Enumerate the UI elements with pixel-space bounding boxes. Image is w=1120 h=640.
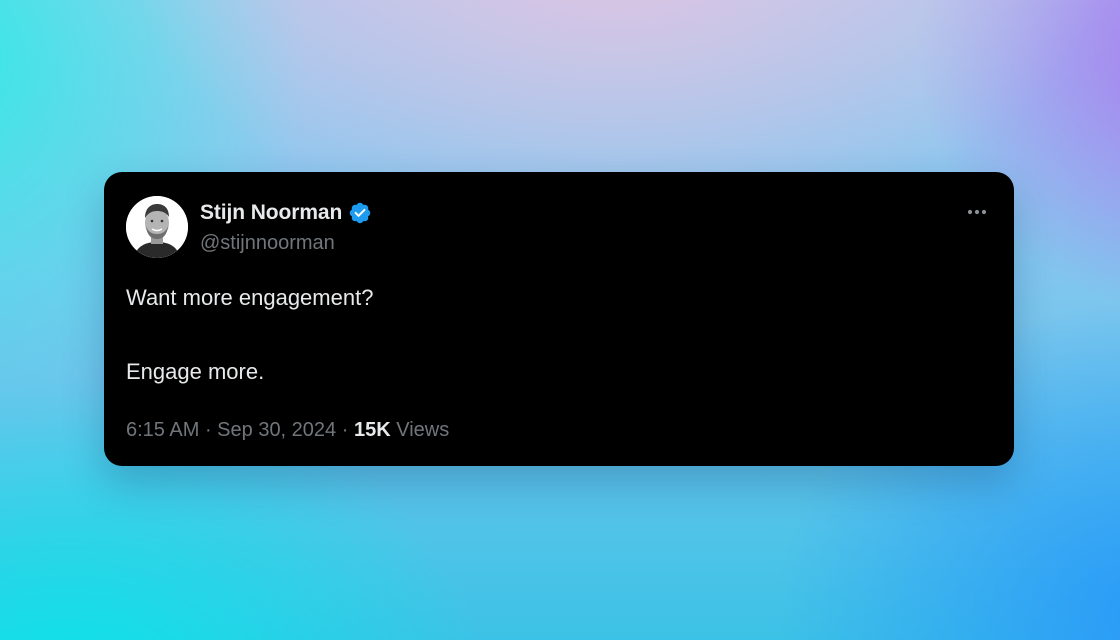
display-name[interactable]: Stijn Noorman [200, 200, 342, 226]
avatar-photo [126, 196, 188, 258]
meta-separator: · [336, 419, 354, 441]
author-handle[interactable]: @stijnnoorman [200, 230, 335, 256]
more-horizontal-icon [967, 209, 987, 215]
more-options-button[interactable] [962, 200, 992, 224]
tweet-text: Want more engagement? Engage more. [126, 284, 986, 386]
tweet-time[interactable]: 6:15 AM [126, 419, 199, 441]
tweet-card: Stijn Noorman @stijnnoorman Want more en… [104, 172, 1014, 466]
author-name-row: Stijn Noorman [200, 200, 372, 226]
views-label: Views [396, 419, 450, 441]
views-count: 15K [353, 419, 391, 441]
verified-badge-icon [349, 202, 371, 224]
avatar[interactable] [126, 196, 188, 258]
tweet-text-line: Engage more. [126, 359, 265, 384]
tweet-date[interactable]: Sep 30, 2024 [217, 419, 336, 441]
tweet-text-line: Want more engagement? [126, 285, 374, 310]
meta-separator: · [199, 419, 218, 441]
tweet-meta: 6:15 AM · Sep 30, 2024 · 15K Views [126, 417, 449, 443]
